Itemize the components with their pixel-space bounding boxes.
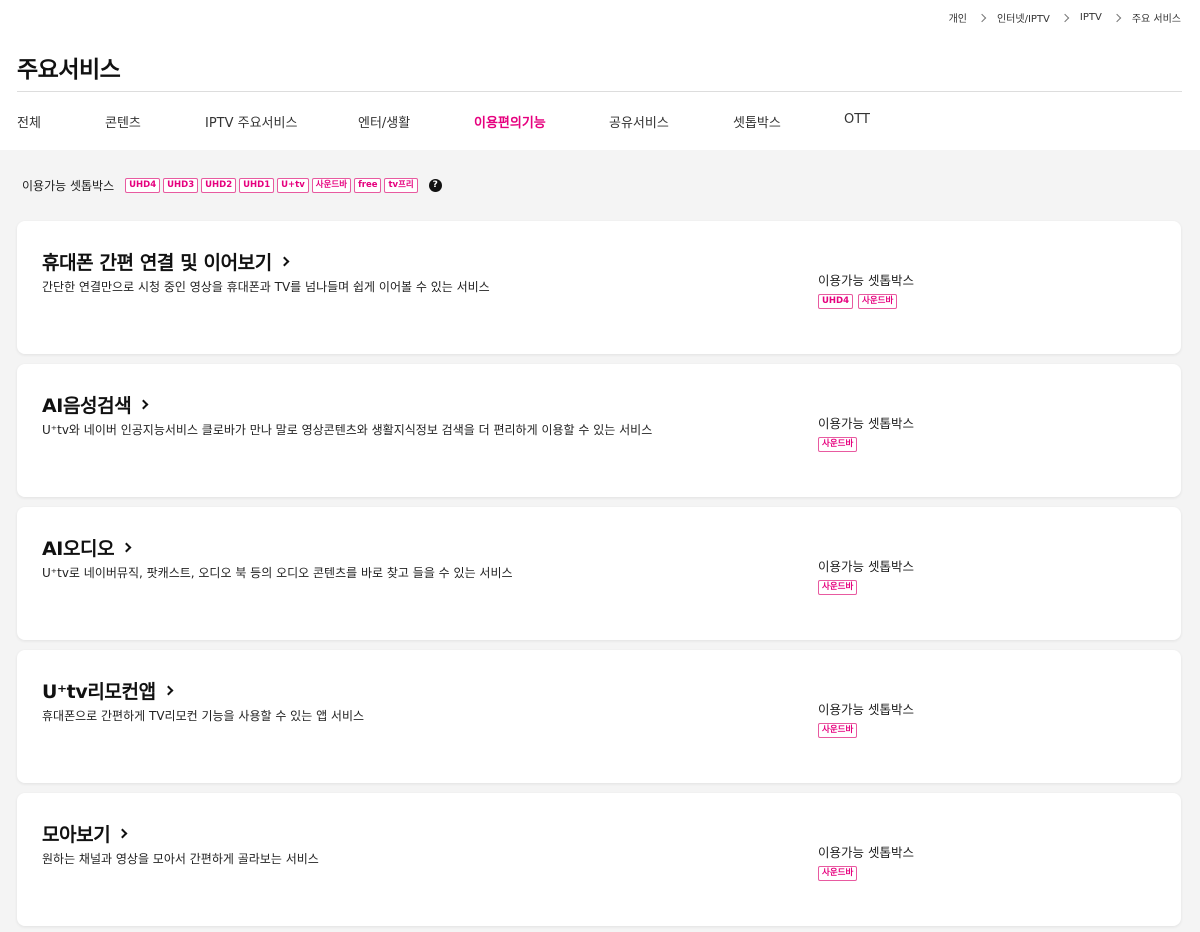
breadcrumb-internet-iptv[interactable]: 인터넷/IPTV: [997, 10, 1050, 25]
breadcrumb-personal[interactable]: 개인: [949, 10, 967, 25]
breadcrumb: 개인 인터넷/IPTV IPTV 주요 서비스: [949, 10, 1181, 25]
card-description: 간단한 연결만으로 시청 중인 영상을 휴대폰과 TV를 넘나들며 쉽게 이어볼…: [42, 280, 490, 294]
chevron-right-icon: [1112, 13, 1122, 22]
tab-sharing[interactable]: 공유서비스: [609, 112, 733, 131]
available-label: 이용가능 셋톱박스: [818, 559, 914, 574]
badge-soundbar: 사운드바: [311, 178, 352, 193]
card-description: U⁺tv와 네이버 인공지능서비스 클로바가 만나 말로 영상콘텐츠와 생활지식…: [42, 423, 653, 437]
available-label: 이용가능 셋톱박스: [818, 273, 914, 288]
page-header: 개인 인터넷/IPTV IPTV 주요 서비스 주요서비스 전체 콘텐츠 IPT…: [0, 0, 1200, 150]
chevron-right-icon: [977, 13, 987, 22]
available-label: 이용가능 셋톱박스: [818, 845, 914, 860]
chevron-right-icon: [279, 256, 290, 267]
card-title-link[interactable]: U⁺tv리모컨앱: [42, 677, 174, 704]
chevron-right-icon: [138, 399, 149, 410]
chevron-right-icon: [1060, 13, 1070, 22]
tab-settopbox[interactable]: 셋톱박스: [733, 112, 844, 131]
card-available-settopbox: 이용가능 셋톱박스 사운드바: [818, 699, 914, 738]
card-title: U⁺tv리모컨앱: [42, 681, 156, 703]
tab-contents[interactable]: 콘텐츠: [105, 112, 205, 131]
card-title-link[interactable]: 모아보기: [42, 820, 128, 847]
service-card[interactable]: AI음성검색 U⁺tv와 네이버 인공지능서비스 클로바가 만나 말로 영상콘텐…: [17, 364, 1181, 497]
chevron-right-icon: [121, 542, 132, 553]
tab-convenience[interactable]: 이용편의기능: [474, 112, 609, 131]
card-description: 휴대폰으로 간편하게 TV리모컨 기능을 사용할 수 있는 앱 서비스: [42, 709, 365, 723]
breadcrumb-iptv[interactable]: IPTV: [1080, 12, 1102, 23]
card-title: 휴대폰 간편 연결 및 이어보기: [42, 252, 272, 274]
card-description: U⁺tv로 네이버뮤직, 팟캐스트, 오디오 북 등의 오디오 콘텐츠를 바로 …: [42, 566, 513, 580]
badge-tvfree: tv프리: [384, 178, 418, 193]
available-label: 이용가능 셋톱박스: [818, 416, 914, 431]
divider: [17, 91, 1182, 92]
card-description: 원하는 채널과 영상을 모아서 간편하게 골라보는 서비스: [42, 852, 319, 866]
tab-all[interactable]: 전체: [17, 112, 105, 131]
badge-soundbar: 사운드바: [818, 723, 858, 738]
card-title: 모아보기: [42, 824, 111, 846]
chevron-right-icon: [117, 828, 128, 839]
badge-uhd3: UHD3: [163, 178, 199, 193]
card-title: AI음성검색: [42, 395, 132, 417]
badge-soundbar: 사운드바: [858, 294, 898, 309]
card-available-settopbox: 이용가능 셋톱박스 사운드바: [818, 842, 914, 881]
card-title-link[interactable]: 휴대폰 간편 연결 및 이어보기: [42, 248, 290, 275]
tab-iptv-main[interactable]: IPTV 주요서비스: [205, 112, 358, 131]
service-card[interactable]: U⁺tv리모컨앱 휴대폰으로 간편하게 TV리모컨 기능을 사용할 수 있는 앱…: [17, 650, 1181, 783]
card-available-settopbox: 이용가능 셋톱박스 사운드바: [818, 556, 914, 595]
breadcrumb-current: 주요 서비스: [1131, 14, 1181, 25]
card-title-link[interactable]: AI오디오: [42, 534, 132, 561]
badge-uhd4: UHD4: [818, 294, 853, 309]
service-card[interactable]: AI오디오 U⁺tv로 네이버뮤직, 팟캐스트, 오디오 북 등의 오디오 콘텐…: [17, 507, 1181, 640]
badge-uhd1: UHD1: [239, 178, 275, 193]
card-available-settopbox: 이용가능 셋톱박스 사운드바: [818, 413, 914, 452]
card-title: AI오디오: [42, 538, 115, 560]
available-label: 이용가능 셋톱박스: [818, 702, 914, 717]
badge-soundbar: 사운드바: [818, 866, 858, 881]
settopbox-filter: 이용가능 셋톱박스 UHD4 UHD3 UHD2 UHD1 U+tv 사운드바 …: [22, 177, 442, 194]
tab-ott[interactable]: OTT: [844, 112, 904, 131]
badge-free: free: [354, 178, 382, 193]
service-list: 이용가능 셋톱박스 UHD4 UHD3 UHD2 UHD1 U+tv 사운드바 …: [0, 150, 1200, 932]
service-card[interactable]: 모아보기 원하는 채널과 영상을 모아서 간편하게 골라보는 서비스 이용가능 …: [17, 793, 1181, 926]
badge-utv: U+tv: [277, 178, 309, 193]
category-tabs: 전체 콘텐츠 IPTV 주요서비스 엔터/생활 이용편의기능 공유서비스 셋톱박…: [17, 112, 904, 131]
card-title-link[interactable]: AI음성검색: [42, 391, 149, 418]
badge-soundbar: 사운드바: [818, 580, 858, 595]
filter-label: 이용가능 셋톱박스: [22, 179, 115, 193]
badge-soundbar: 사운드바: [818, 437, 858, 452]
badge-uhd2: UHD2: [201, 178, 237, 193]
chevron-right-icon: [163, 685, 174, 696]
tab-entertainment[interactable]: 엔터/생활: [358, 112, 474, 131]
help-icon[interactable]: ?: [428, 179, 442, 192]
badge-uhd4: UHD4: [125, 178, 161, 193]
page-title: 주요서비스: [17, 57, 121, 83]
card-available-settopbox: 이용가능 셋톱박스 UHD4 사운드바: [818, 270, 914, 309]
service-card[interactable]: 휴대폰 간편 연결 및 이어보기 간단한 연결만으로 시청 중인 영상을 휴대폰…: [17, 221, 1181, 354]
